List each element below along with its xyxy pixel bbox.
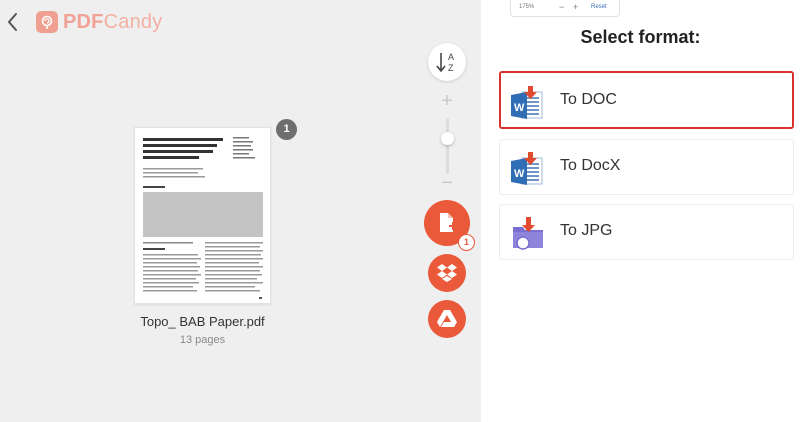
sort-az-icon: A Z xyxy=(436,52,454,73)
word-doc-icon: W xyxy=(511,86,543,119)
jpg-image-icon xyxy=(513,217,543,250)
page-count: 13 pages xyxy=(179,334,226,346)
zoom-slider-track[interactable] xyxy=(446,118,449,174)
pdfcandy-logo-icon xyxy=(36,11,58,33)
google-drive-button[interactable] xyxy=(428,300,466,338)
add-file-count-badge: 1 xyxy=(458,234,475,251)
svg-text:Z: Z xyxy=(448,63,454,73)
zoom-slider-handle[interactable] xyxy=(441,132,454,145)
dropbox-button[interactable] xyxy=(428,254,466,292)
svg-text:W: W xyxy=(514,102,525,114)
select-format-heading: Select format: xyxy=(580,27,701,47)
logo-text: PDFCandy xyxy=(63,10,163,33)
pdfcandy-logo[interactable]: PDFCandy xyxy=(36,9,162,35)
svg-text:A: A xyxy=(448,52,454,62)
add-file-icon xyxy=(440,213,457,232)
word-doc-icon: W xyxy=(511,152,543,185)
format-option-doc[interactable]: W To DOC xyxy=(499,71,794,129)
zoom-panel-plus-button[interactable]: + xyxy=(573,2,578,12)
format-option-label: To JPG xyxy=(560,222,613,239)
format-option-jpg[interactable]: To JPG xyxy=(499,204,794,260)
dropbox-icon xyxy=(437,264,457,282)
page-number-badge: 1 xyxy=(276,119,297,140)
pdf-page-thumbnail[interactable] xyxy=(134,127,271,304)
sort-button[interactable]: A Z xyxy=(428,43,466,81)
format-option-docx[interactable]: W To DocX xyxy=(499,139,794,195)
format-option-label: To DOC xyxy=(560,91,617,108)
chevron-left-icon xyxy=(7,13,17,31)
back-button[interactable] xyxy=(4,10,24,34)
file-name: Topo_ BAB Paper.pdf xyxy=(140,314,265,329)
zoom-out-button[interactable]: − xyxy=(438,173,456,193)
google-drive-icon xyxy=(437,310,457,327)
zoom-reset-button[interactable]: Reset xyxy=(591,4,607,10)
pdf-page-preview xyxy=(143,137,263,299)
zoom-control-panel: 175% − + Reset xyxy=(510,0,620,17)
svg-text:W: W xyxy=(514,168,525,180)
zoom-panel-minus-button[interactable]: − xyxy=(559,2,564,12)
format-option-label: To DocX xyxy=(560,157,621,174)
zoom-percent: 175% xyxy=(519,4,535,10)
zoom-in-button[interactable]: + xyxy=(438,91,456,111)
